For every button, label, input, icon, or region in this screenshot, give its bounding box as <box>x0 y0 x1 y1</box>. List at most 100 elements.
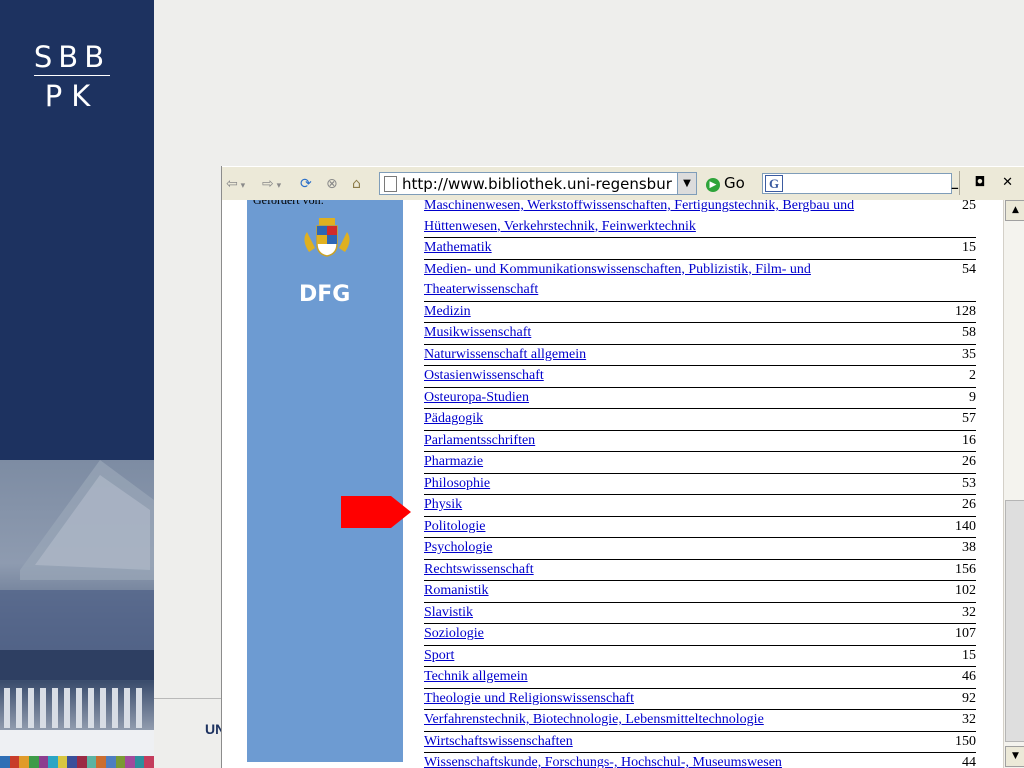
subject-cell: Philosophie <box>424 473 916 495</box>
table-row: Soziologie 107 <box>424 623 976 646</box>
table-row: Maschinenwesen, Werkstoffwissenschaften,… <box>424 200 976 238</box>
google-icon[interactable]: G <box>765 175 783 192</box>
subject-count: 102 <box>916 580 976 603</box>
color-strip-segment <box>19 756 29 768</box>
subject-link[interactable]: Theologie und Religionswissenschaft <box>424 691 634 706</box>
subject-cell: Medizin <box>424 301 916 323</box>
subject-cell: Soziologie <box>424 623 916 646</box>
subject-count: 26 <box>916 451 976 474</box>
color-strip-segment <box>38 756 49 768</box>
subject-link[interactable]: Medizin <box>424 304 471 319</box>
subject-link[interactable]: Ostasienwissenschaft <box>424 368 544 383</box>
color-strip-segment <box>115 756 126 768</box>
subject-count: 140 <box>916 516 976 538</box>
subject-link[interactable]: Verfahrenstechnik, Biotechnologie, Leben… <box>424 712 764 727</box>
subject-cell: Psychologie <box>424 537 916 560</box>
subject-table-body: Maschinenwesen, Werkstoffwissenschaften,… <box>424 200 976 768</box>
subject-link[interactable]: Politologie <box>424 519 485 534</box>
back-arrow-icon: ⇦ <box>226 176 238 192</box>
subject-link[interactable]: Physik <box>424 497 462 512</box>
back-button[interactable]: ⇦ ▾ <box>226 175 245 193</box>
subject-link[interactable]: Slavistik <box>424 605 473 620</box>
color-strip-segment <box>105 756 116 768</box>
subject-link[interactable]: Musikwissenschaft <box>424 325 531 340</box>
subject-count: 25 <box>916 200 976 238</box>
table-row: Osteuropa-Studien 9 <box>424 387 976 409</box>
table-row: Medizin 128 <box>424 301 976 323</box>
subject-link[interactable]: Mathematik <box>424 240 492 255</box>
table-row: Verfahrenstechnik, Biotechnologie, Leben… <box>424 709 976 732</box>
table-row: Rechtswissenschaft 156 <box>424 559 976 581</box>
home-icon[interactable]: ⌂ <box>352 175 361 193</box>
subject-count: 46 <box>916 666 976 689</box>
scroll-down-icon[interactable]: ▼ <box>1005 746 1024 767</box>
subject-link[interactable]: Medien- und Kommunikationswissenschaften… <box>424 262 811 298</box>
refresh-icon[interactable]: ⟳ <box>300 175 312 193</box>
subject-link[interactable]: Pharmazie <box>424 454 483 469</box>
red-pointer-arrow-icon <box>341 496 411 528</box>
subject-cell: Pharmazie <box>424 451 916 474</box>
window-controls[interactable]: _ ◘ ✕ <box>952 175 1019 190</box>
address-dropdown-icon[interactable]: ▼ <box>677 173 696 194</box>
subject-link[interactable]: Soziologie <box>424 626 484 641</box>
table-row: Mathematik 15 <box>424 237 976 260</box>
slide-left-panel: SBB PK <box>0 0 154 768</box>
subject-link[interactable]: Sport <box>424 648 454 663</box>
subject-count: 38 <box>916 537 976 560</box>
subject-count: 53 <box>916 473 976 495</box>
subject-link[interactable]: Rechtswissenschaft <box>424 562 534 577</box>
subject-link[interactable]: Philosophie <box>424 476 490 491</box>
google-search-input[interactable] <box>785 174 945 193</box>
table-row: Sport 15 <box>424 645 976 667</box>
color-strip-segment <box>48 756 58 768</box>
address-input[interactable] <box>402 174 672 193</box>
subject-count: 9 <box>916 387 976 409</box>
subject-link[interactable]: Wissenschaftskunde, Forschungs-, Hochsch… <box>424 755 782 768</box>
page-icon <box>384 176 397 192</box>
subject-cell: Wissenschaftskunde, Forschungs-, Hochsch… <box>424 752 916 768</box>
subject-cell: Sport <box>424 645 916 667</box>
table-row: Technik allgemein 46 <box>424 666 976 689</box>
subject-count: 54 <box>916 259 976 302</box>
subject-link[interactable]: Romanistik <box>424 583 489 598</box>
table-row: Slavistik 32 <box>424 602 976 624</box>
table-row: Physik 26 <box>424 494 976 517</box>
table-row: Wissenschaftskunde, Forschungs-, Hochsch… <box>424 752 976 768</box>
subject-link[interactable]: Psychologie <box>424 540 492 555</box>
forward-dropdown-icon: ▾ <box>273 181 282 191</box>
subject-link[interactable]: Parlamentsschriften <box>424 433 535 448</box>
go-button[interactable]: ▶ Go <box>706 173 745 193</box>
back-dropdown-icon: ▾ <box>237 181 246 191</box>
sbb-pk-logo: SBB PK <box>30 40 114 112</box>
forward-button[interactable]: ⇨ ▾ <box>262 175 281 193</box>
vertical-scrollbar[interactable]: ▲ ▼ <box>1003 200 1024 768</box>
subject-count: 15 <box>916 645 976 667</box>
table-row: Psychologie 38 <box>424 537 976 560</box>
stop-icon[interactable]: ⊗ <box>326 175 338 193</box>
subject-cell: Wirtschaftswissenschaften <box>424 731 916 753</box>
forward-arrow-icon: ⇨ <box>262 176 274 192</box>
color-strip-segment <box>77 756 87 768</box>
subject-count: 32 <box>916 709 976 732</box>
subject-count: 156 <box>916 559 976 581</box>
address-bar[interactable]: ▼ <box>379 172 697 195</box>
subject-count: 58 <box>916 322 976 345</box>
google-search-box[interactable]: G <box>762 173 952 194</box>
subject-count: 128 <box>916 301 976 323</box>
bavaria-coat-of-arms-icon <box>299 218 355 258</box>
subject-link[interactable]: Naturwissenschaft allgemein <box>424 347 586 362</box>
subject-link[interactable]: Wirtschaftswissenschaften <box>424 734 573 749</box>
subject-link[interactable]: Pädagogik <box>424 411 483 426</box>
subject-cell: Musikwissenschaft <box>424 322 916 345</box>
dfg-logo: DFG <box>299 282 351 307</box>
subject-count: 35 <box>916 344 976 366</box>
subject-link[interactable]: Maschinenwesen, Werkstoffwissenschaften,… <box>424 200 854 234</box>
subject-cell: Physik <box>424 494 916 517</box>
subject-link[interactable]: Osteuropa-Studien <box>424 390 529 405</box>
table-row: Pädagogik 57 <box>424 408 976 431</box>
subject-link[interactable]: Technik allgemein <box>424 669 528 684</box>
scroll-up-icon[interactable]: ▲ <box>1005 200 1024 221</box>
go-label: Go <box>724 174 745 192</box>
scroll-thumb[interactable] <box>1005 500 1024 742</box>
subject-cell: Politologie <box>424 516 916 538</box>
